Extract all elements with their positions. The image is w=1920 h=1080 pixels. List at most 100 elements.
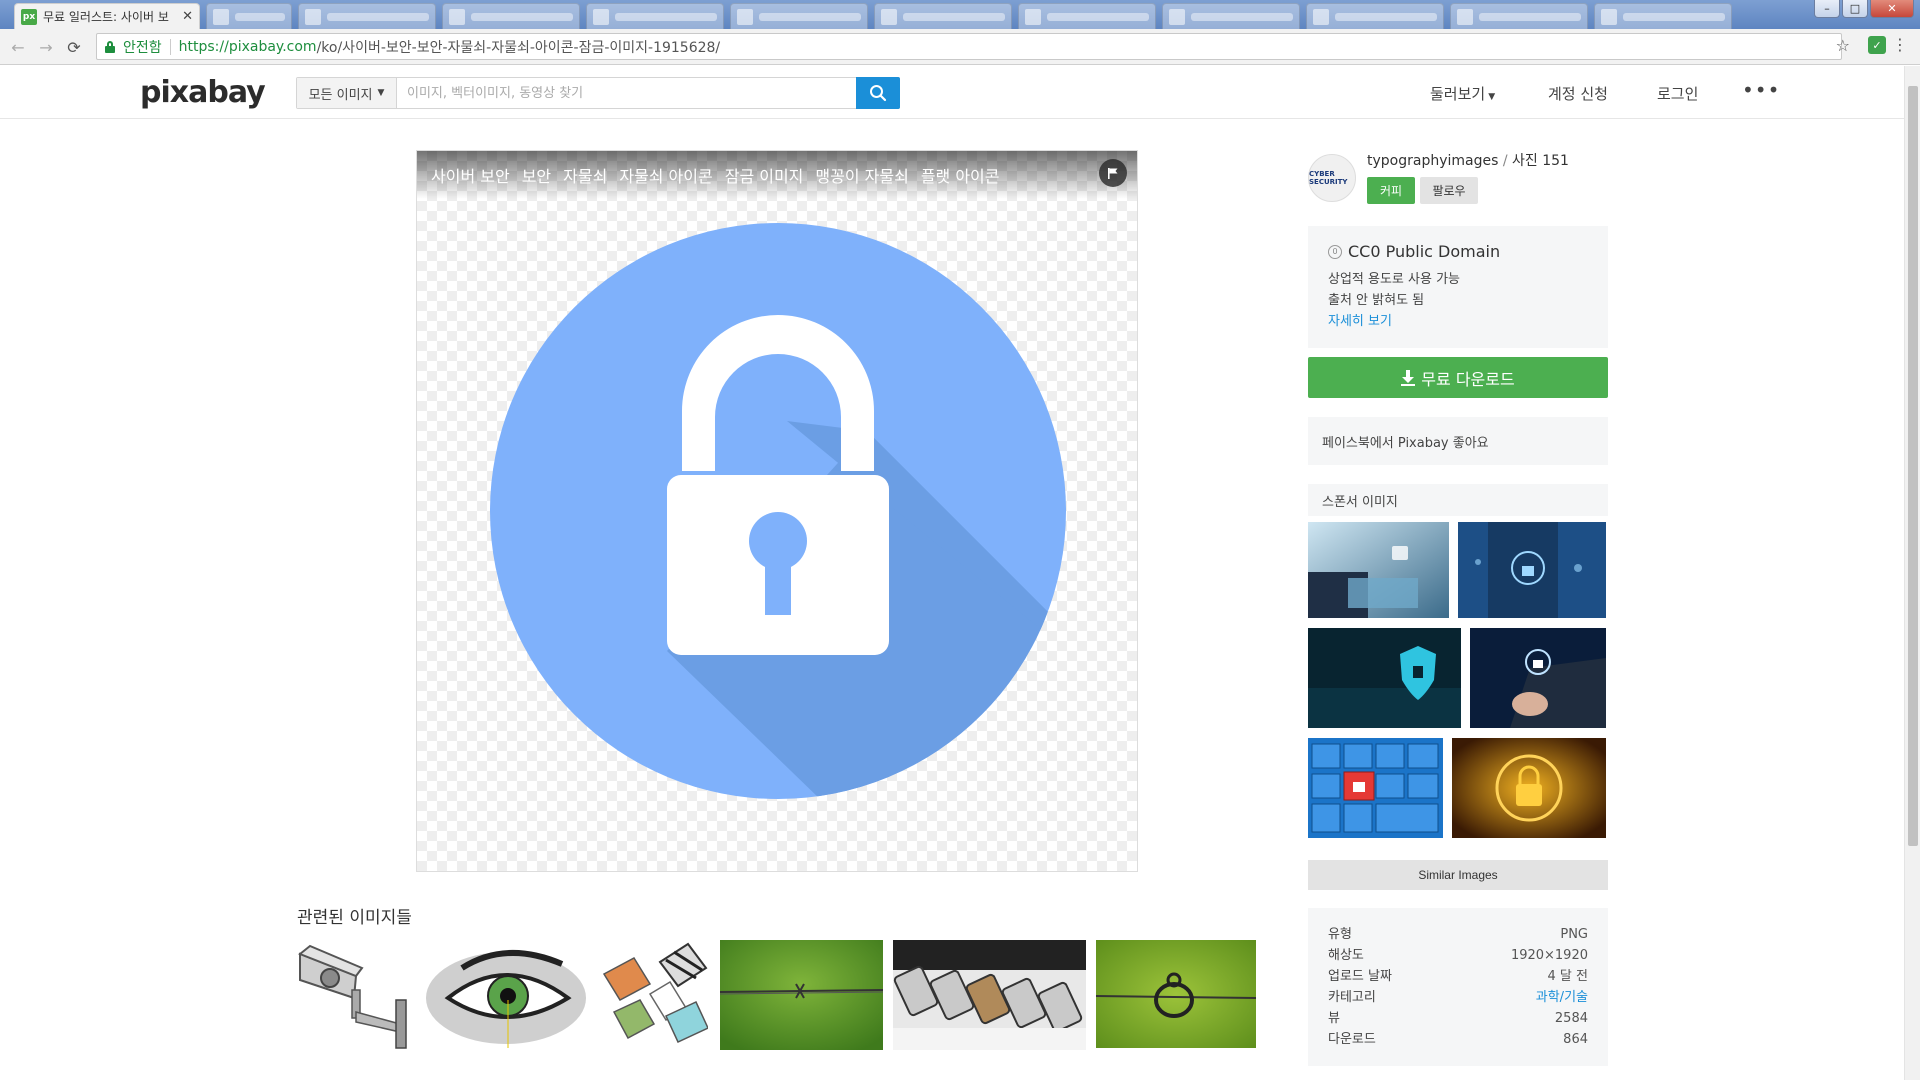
related-thumb-cubes[interactable] bbox=[600, 940, 708, 1050]
forward-icon[interactable]: → bbox=[36, 37, 56, 57]
secure-label: 안전함 bbox=[123, 39, 162, 56]
tab-favicon-icon bbox=[1313, 8, 1329, 25]
sponsor-image-laptop[interactable] bbox=[1308, 522, 1449, 618]
tag-bar: 사이버 보안 보안 자물쇠 자물쇠 아이콘 잠금 이미지 맹꽁이 자물쇠 플랫 … bbox=[417, 151, 1137, 199]
tab-title: 무료 일러스트: 사이버 보 bbox=[43, 10, 169, 24]
tab-background[interactable] bbox=[730, 3, 868, 29]
back-icon[interactable]: ← bbox=[8, 37, 28, 57]
free-download-button[interactable]: 무료 다운로드 bbox=[1308, 357, 1608, 398]
info-row-views: 뷰 2584 bbox=[1328, 1011, 1588, 1026]
author-name-link[interactable]: typographyimages bbox=[1367, 153, 1498, 169]
search-button[interactable] bbox=[856, 77, 900, 109]
sponsor-image-circuit-lock[interactable] bbox=[1452, 738, 1606, 838]
tab-favicon-icon bbox=[1025, 8, 1041, 25]
search-icon bbox=[870, 85, 887, 102]
author-line: typographyimages / 사진 151 bbox=[1367, 153, 1569, 169]
tab-background[interactable] bbox=[442, 3, 580, 29]
tab-favicon-icon bbox=[449, 8, 465, 25]
page-scrollbar[interactable] bbox=[1904, 66, 1920, 1080]
related-images-title: 관련된 이미지들 bbox=[297, 908, 412, 928]
url-host: https://pixabay.com bbox=[178, 38, 317, 55]
report-flag-button[interactable] bbox=[1099, 159, 1127, 187]
tab-background[interactable] bbox=[1306, 3, 1444, 29]
close-window-button[interactable]: ✕ bbox=[1870, 0, 1914, 18]
scrollbar-thumb[interactable] bbox=[1908, 86, 1918, 846]
tab-background[interactable] bbox=[1450, 3, 1588, 29]
free-download-label: 무료 다운로드 bbox=[1421, 369, 1515, 389]
tab-background[interactable] bbox=[586, 3, 724, 29]
site-header: pixabay 모든 이미지 ▼ 둘러보기▼ 계정 신청 로그인 ••• bbox=[0, 66, 1904, 119]
sponsor-images-label: 스폰서 이미지 bbox=[1308, 484, 1608, 516]
license-learn-more-link[interactable]: 자세히 보기 bbox=[1328, 311, 1588, 332]
tab-active[interactable]: px 무료 일러스트: 사이버 보 ✕ bbox=[14, 3, 200, 29]
browser-toolbar: ← → ⟳ 안전함 https://pixabay.com/ko/사이버-보안-… bbox=[0, 29, 1920, 65]
tab-favicon-icon bbox=[1457, 8, 1473, 25]
tag-link[interactable]: 자물쇠 bbox=[563, 163, 607, 187]
pixabay-logo[interactable]: pixabay bbox=[140, 75, 266, 110]
nav-login[interactable]: 로그인 bbox=[1657, 83, 1698, 104]
sponsor-image-shield[interactable] bbox=[1308, 628, 1461, 728]
coffee-button[interactable]: 커피 bbox=[1367, 177, 1415, 204]
tag-link[interactable]: 자물쇠 아이콘 bbox=[619, 163, 712, 187]
author-photo-count[interactable]: 사진 151 bbox=[1512, 153, 1569, 169]
facebook-like-box[interactable]: 페이스북에서 Pixabay 좋아요 bbox=[1308, 417, 1608, 465]
browser-menu-icon[interactable]: ⋮ bbox=[1892, 35, 1908, 54]
minimize-button[interactable]: – bbox=[1814, 0, 1840, 18]
nav-signup[interactable]: 계정 신청 bbox=[1548, 83, 1608, 104]
image-info-box: 유형 PNG 해상도 1920×1920 업로드 날짜 4 달 전 카테고리 과학/기술… bbox=[1308, 908, 1608, 1066]
tab-favicon-icon bbox=[1601, 8, 1617, 25]
tab-favicon-icon bbox=[881, 8, 897, 25]
padlock-illustration bbox=[490, 223, 1066, 799]
sponsor-image-keyboard[interactable] bbox=[1308, 738, 1443, 838]
category-link[interactable]: 과학/기술 bbox=[1536, 987, 1588, 1008]
tag-link[interactable]: 플랫 아이콘 bbox=[921, 163, 1000, 187]
sponsor-image-touch-lock[interactable] bbox=[1470, 628, 1606, 728]
tab-background[interactable] bbox=[1594, 3, 1732, 29]
license-commercial-use: 상업적 용도로 사용 가능 bbox=[1328, 272, 1460, 287]
tag-link[interactable]: 보안 bbox=[522, 163, 551, 187]
chevron-down-icon: ▼ bbox=[377, 88, 385, 98]
search-scope-select[interactable]: 모든 이미지 ▼ bbox=[297, 78, 397, 108]
info-row-downloads: 다운로드 864 bbox=[1328, 1032, 1588, 1047]
similar-images-button[interactable]: Similar Images bbox=[1308, 860, 1608, 890]
main-image[interactable]: 사이버 보안 보안 자물쇠 자물쇠 아이콘 잠금 이미지 맹꽁이 자물쇠 플랫 … bbox=[416, 150, 1138, 872]
search-input[interactable] bbox=[397, 78, 856, 108]
license-box: 0 CC0 Public Domain 상업적 용도로 사용 가능 출처 안 밝… bbox=[1308, 226, 1608, 348]
tab-favicon-icon bbox=[1169, 8, 1185, 25]
tag-link[interactable]: 맹꽁이 자물쇠 bbox=[815, 163, 908, 187]
download-icon bbox=[1401, 369, 1416, 386]
search-scope-label: 모든 이미지 bbox=[308, 87, 373, 103]
tab-favicon-icon bbox=[213, 8, 229, 25]
author-avatar[interactable]: CYBER SECURITY bbox=[1308, 154, 1356, 202]
secure-lock-icon bbox=[105, 40, 115, 53]
extension-shield-icon[interactable]: ✓ bbox=[1868, 36, 1886, 54]
tag-link[interactable]: 사이버 보안 bbox=[431, 163, 510, 187]
info-row-category: 카테고리 과학/기술 bbox=[1328, 987, 1588, 1008]
follow-button[interactable]: 팔로우 bbox=[1420, 177, 1478, 204]
license-no-attribution: 출처 안 밝혀도 됨 bbox=[1328, 293, 1425, 308]
tab-background[interactable] bbox=[1018, 3, 1156, 29]
related-thumb-padlocks[interactable] bbox=[893, 940, 1086, 1050]
sponsor-image-businessman[interactable] bbox=[1458, 522, 1606, 618]
bookmark-star-icon[interactable]: ☆ bbox=[1836, 36, 1850, 55]
related-thumb-barbed-wire[interactable] bbox=[720, 940, 883, 1050]
tag-link[interactable]: 잠금 이미지 bbox=[725, 163, 804, 187]
tab-favicon-icon bbox=[737, 8, 753, 25]
tab-background[interactable] bbox=[206, 3, 292, 29]
browser-tabstrip: px 무료 일러스트: 사이버 보 ✕ – □ ✕ bbox=[0, 0, 1920, 29]
more-menu-icon[interactable]: ••• bbox=[1742, 78, 1780, 102]
tab-background[interactable] bbox=[874, 3, 1012, 29]
related-thumb-eye[interactable] bbox=[422, 940, 590, 1050]
nav-explore[interactable]: 둘러보기 ▼ bbox=[1430, 83, 1495, 104]
tab-background[interactable] bbox=[298, 3, 436, 29]
related-thumb-cctv[interactable] bbox=[296, 940, 412, 1050]
license-title: CC0 Public Domain bbox=[1348, 242, 1501, 261]
address-bar[interactable]: 안전함 https://pixabay.com/ko/사이버-보안-보안-자물쇠… bbox=[96, 33, 1842, 60]
tab-close-icon[interactable]: ✕ bbox=[182, 9, 193, 24]
maximize-button[interactable]: □ bbox=[1842, 0, 1868, 18]
related-thumb-wire-knot[interactable] bbox=[1096, 940, 1256, 1048]
url-path: /ko/사이버-보안-보안-자물쇠-자물쇠-아이콘-잠금-이미지-1915628… bbox=[316, 39, 721, 56]
cc0-icon: 0 bbox=[1328, 244, 1342, 259]
reload-icon[interactable]: ⟳ bbox=[64, 37, 84, 57]
tab-background[interactable] bbox=[1162, 3, 1300, 29]
